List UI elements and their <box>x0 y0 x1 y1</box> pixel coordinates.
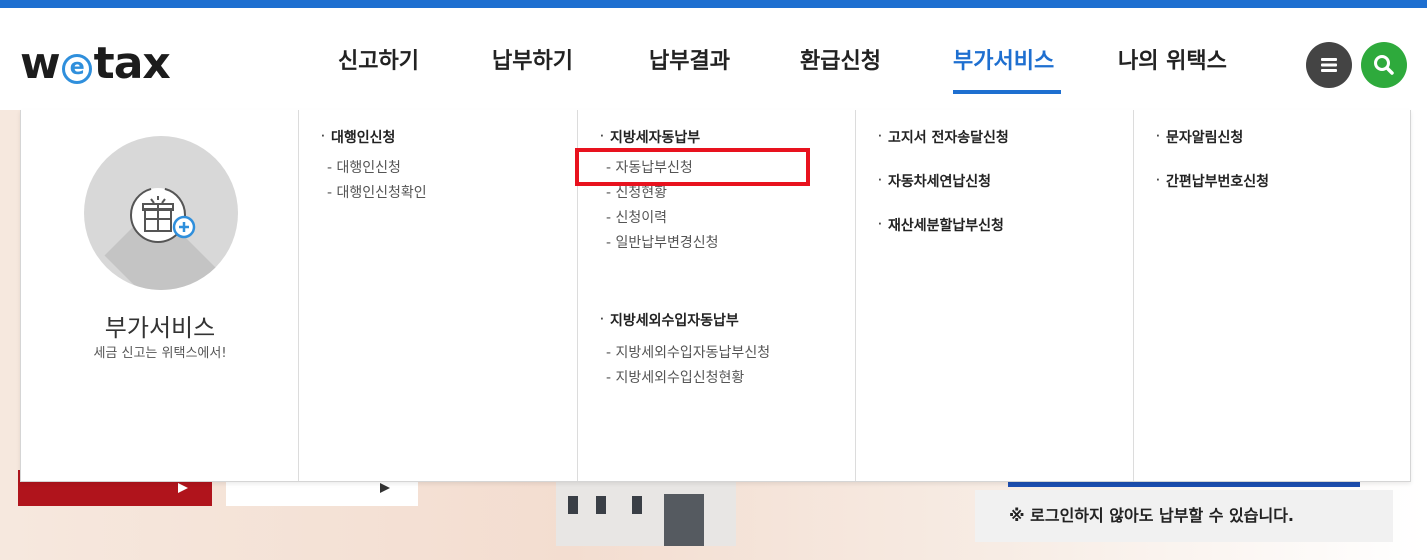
nav-payment-result[interactable]: 납부결과 <box>649 46 730 78</box>
search-button[interactable] <box>1361 42 1407 88</box>
submenu-agent-request-check[interactable]: - 대행인신청확인 <box>327 183 427 203</box>
menu-button[interactable] <box>1306 42 1352 88</box>
submenu-request-history[interactable]: - 신청이력 <box>606 208 667 228</box>
top-accent-bar <box>0 0 1427 8</box>
nav-extra-services[interactable]: 부가서비스 <box>953 46 1054 78</box>
gift-plus-icon <box>130 187 196 243</box>
bullet-dot: · <box>1156 175 1160 186</box>
house-illustration <box>556 476 736 546</box>
category-e-bill-delivery[interactable]: · 고지서 전자송달신청 <box>878 127 1009 148</box>
bullet-dot: · <box>321 131 325 142</box>
service-title: 부가서비스 <box>104 314 216 342</box>
service-subtitle: 세금 신고는 위택스에서! <box>93 346 227 361</box>
house-window <box>596 496 606 514</box>
submenu-request-status[interactable]: - 신청현황 <box>606 183 667 203</box>
bullet-dot: · <box>600 314 604 325</box>
submenu-nontax-request-status[interactable]: - 지방세외수입신청현황 <box>606 368 744 388</box>
bullet-dot: · <box>600 131 604 142</box>
hamburger-icon <box>1321 58 1337 72</box>
play-arrow-icon <box>380 483 390 493</box>
login-notice: ※ 로그인하지 않아도 납부할 수 있습니다. <box>975 490 1393 542</box>
submenu-agent-request[interactable]: - 대행인신청 <box>327 158 401 178</box>
service-illustration <box>84 136 238 290</box>
submenu-normal-payment-change[interactable]: - 일반납부변경신청 <box>606 233 719 253</box>
house-window <box>632 496 642 514</box>
menu-column-notify: · 문자알림신청 · 간편납부번호신청 <box>1134 110 1412 481</box>
highlight-box <box>575 148 810 186</box>
nav-refund[interactable]: 환급신청 <box>800 46 881 78</box>
submenu-nontax-autopay-request[interactable]: - 지방세외수입자동납부신청 <box>606 343 770 363</box>
category-sms-alert[interactable]: · 문자알림신청 <box>1156 127 1243 148</box>
nav-my-wetax[interactable]: 나의 위택스 <box>1118 46 1227 78</box>
menu-column-agent: · 대행인신청 - 대행인신청 - 대행인신청확인 <box>299 110 578 481</box>
house-door <box>664 494 704 546</box>
wetax-logo[interactable]: w e tax <box>20 38 171 90</box>
menu-intro-column: 부가서비스 세금 신고는 위택스에서! <box>21 110 299 481</box>
notice-top-line <box>1008 482 1360 487</box>
play-arrow-icon <box>178 483 188 493</box>
bullet-dot: · <box>878 131 882 142</box>
search-icon <box>1374 55 1394 75</box>
bullet-dot: · <box>878 219 882 230</box>
category-car-tax-annual[interactable]: · 자동차세연납신청 <box>878 171 991 192</box>
menu-column-misc: · 고지서 전자송달신청 · 자동차세연납신청 · 재산세분할납부신청 <box>856 110 1134 481</box>
category-easy-pay-number[interactable]: · 간편납부번호신청 <box>1156 171 1269 192</box>
category-property-tax-installment[interactable]: · 재산세분할납부신청 <box>878 215 1004 236</box>
nav-payment[interactable]: 납부하기 <box>492 46 573 78</box>
category-local-tax-autopay[interactable]: · 지방세자동납부 <box>600 127 700 148</box>
bullet-dot: · <box>1156 131 1160 142</box>
category-nontax-autopay[interactable]: · 지방세외수입자동납부 <box>600 310 739 331</box>
house-window <box>568 496 578 514</box>
nav-active-underline <box>953 90 1061 94</box>
category-agent-request[interactable]: · 대행인신청 <box>321 127 395 148</box>
bullet-dot: · <box>878 175 882 186</box>
site-header: w e tax 신고하기 납부하기 납부결과 환급신청 부가서비스 나의 위택스 <box>0 8 1427 110</box>
logo-e-mark: e <box>61 54 92 84</box>
nav-report[interactable]: 신고하기 <box>338 46 419 78</box>
